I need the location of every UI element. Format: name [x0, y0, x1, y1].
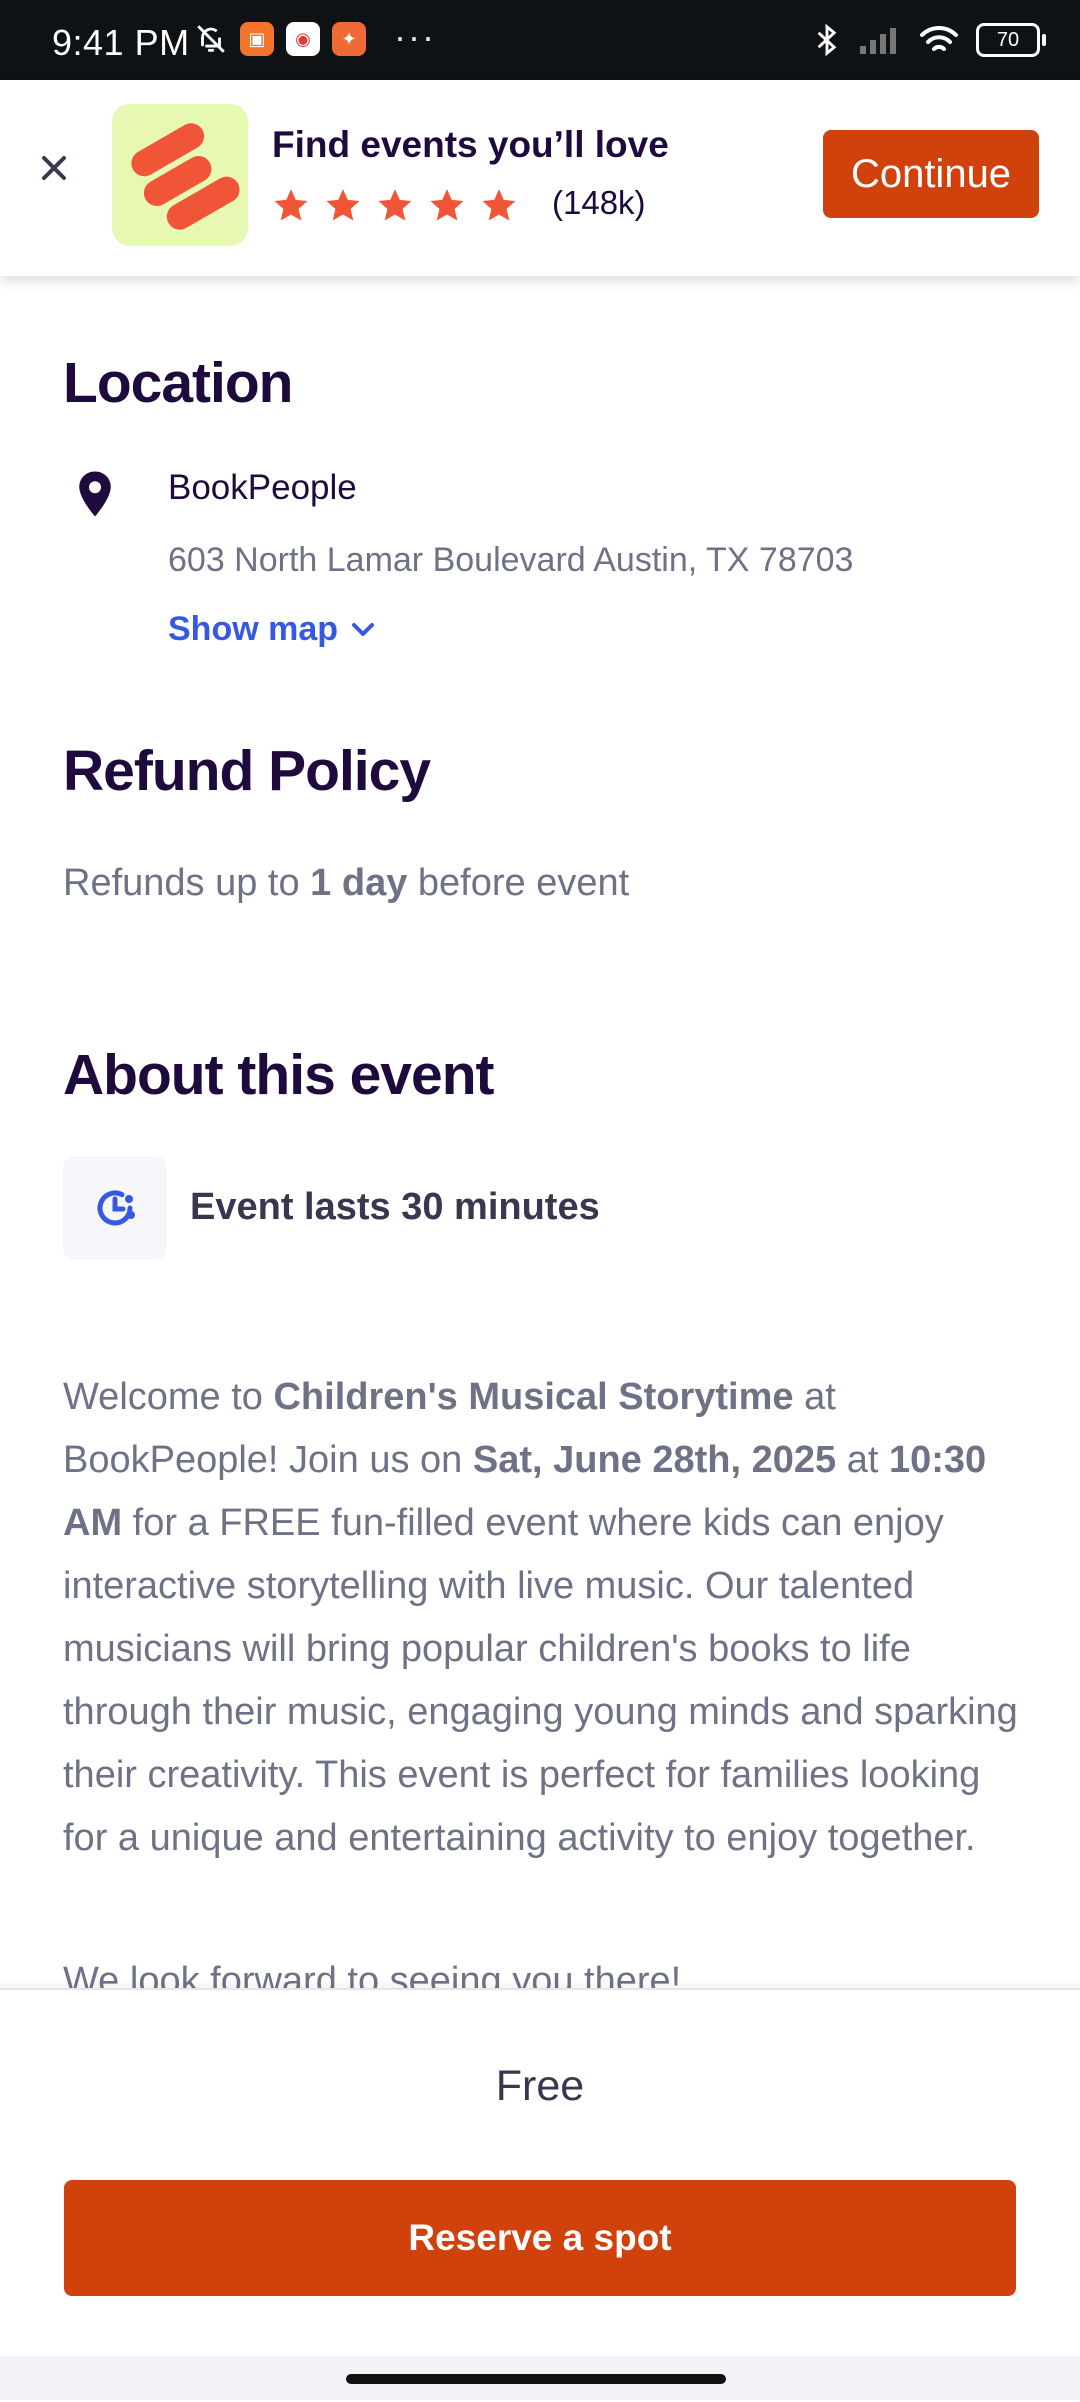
- eventbrite-logo-icon: [131, 123, 240, 230]
- venue-address: 603 North Lamar Boulevard Austin, TX 787…: [168, 541, 854, 579]
- refund-policy-heading: Refund Policy: [63, 739, 431, 803]
- bell-muted-icon: [197, 25, 225, 53]
- chevron-down-icon: [352, 622, 375, 636]
- star-icon: [326, 189, 360, 221]
- home-indicator[interactable]: [346, 2374, 726, 2384]
- refund-text-prefix: Refunds up to: [63, 862, 311, 904]
- continue-button[interactable]: Continue: [823, 130, 1039, 218]
- about-heading: About this event: [63, 1043, 495, 1107]
- refund-text-suffix: before event: [407, 862, 630, 904]
- event-name: Children's Musical Storytime: [273, 1376, 794, 1418]
- close-icon[interactable]: [34, 148, 74, 188]
- location-heading: Location: [63, 351, 293, 415]
- app-notification-icon: ▣: [240, 22, 274, 56]
- event-duration: Event lasts 30 minutes: [190, 1186, 600, 1228]
- star-icon: [274, 189, 308, 221]
- wifi-icon: [920, 25, 958, 51]
- description-text: for a FREE fun-filled event where kids c…: [63, 1502, 1018, 1859]
- reserve-spot-button[interactable]: Reserve a spot: [64, 2180, 1016, 2296]
- venue-name: BookPeople: [168, 468, 357, 507]
- app-promo-banner: Find events you’ll love (148k) Continue: [0, 80, 1080, 276]
- status-bar: 9:41 PM ▣ ◉ ✦ ··· 70: [0, 0, 1080, 80]
- checkout-bar: Free Reserve a spot: [0, 1988, 1080, 2402]
- signal-icon: [860, 28, 896, 54]
- star-icon: [482, 189, 516, 221]
- star-icon: [378, 189, 412, 221]
- rating-stars: [272, 186, 518, 224]
- star-icon: [430, 189, 464, 221]
- bluetooth-icon: [817, 23, 837, 57]
- event-description: Welcome to Children's Musical Storytime …: [63, 1366, 1023, 1870]
- app-notification-icon: ✦: [332, 22, 366, 56]
- ticket-price: Free: [495, 2062, 585, 2110]
- more-notifications-icon: ···: [394, 16, 436, 57]
- app-notification-icon: ◉: [286, 22, 320, 56]
- refund-text-window: 1 day: [310, 862, 408, 904]
- show-map-link[interactable]: Show map: [168, 610, 376, 649]
- status-time: 9:41 PM: [52, 22, 190, 63]
- clock-icon: [97, 1190, 135, 1226]
- banner-title: Find events you’ll love: [272, 124, 669, 165]
- show-map-label: Show map: [168, 610, 339, 648]
- duration-icon-box: [63, 1156, 167, 1260]
- refund-policy-text: Refunds up to 1 day before event: [63, 862, 629, 905]
- status-right-icons: 70: [812, 22, 1046, 58]
- description-text: Welcome to: [63, 1376, 274, 1418]
- app-logo: [112, 104, 248, 246]
- battery-level: 70: [996, 28, 1020, 51]
- event-date: Sat, June 28th, 2025: [472, 1439, 837, 1481]
- location-pin-icon: [79, 471, 111, 517]
- battery-icon: 70: [976, 23, 1046, 57]
- description-text: at: [836, 1439, 889, 1481]
- status-left-icons: ▣ ◉ ✦: [194, 22, 366, 56]
- rating-count: (148k): [552, 184, 646, 221]
